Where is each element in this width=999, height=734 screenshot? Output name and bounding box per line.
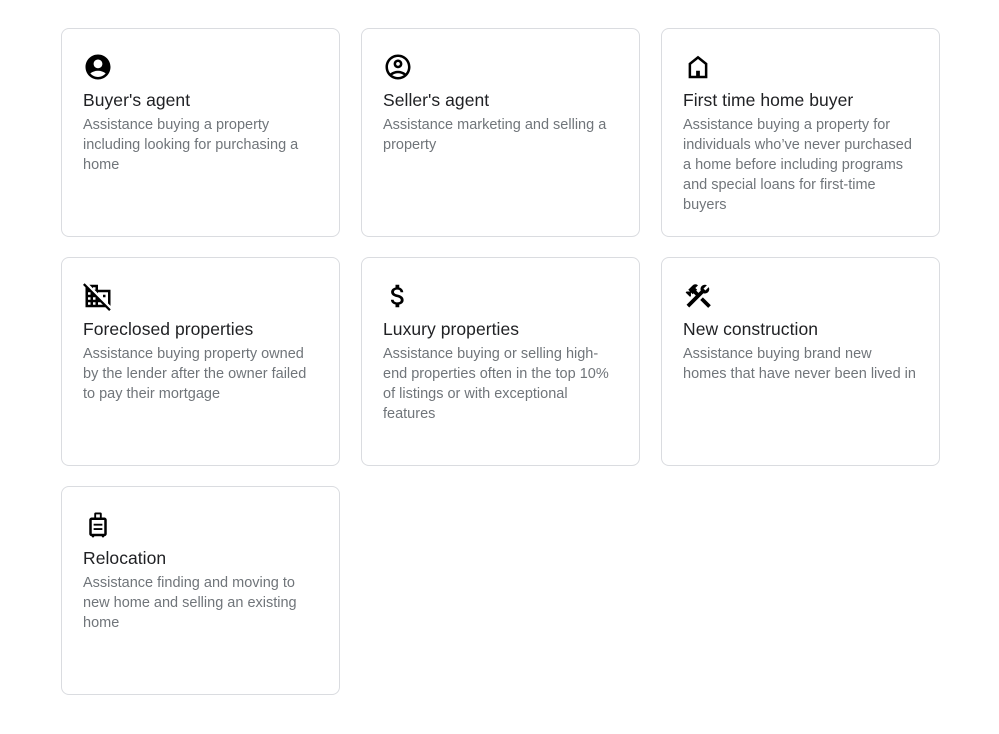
service-card-sellers-agent[interactable]: Seller's agent Assistance marketing and …: [361, 28, 640, 237]
service-title: Buyer's agent: [83, 90, 191, 110]
service-title: Luxury properties: [383, 319, 520, 339]
service-description: Assistance marketing and selling a prope…: [383, 117, 607, 153]
services-grid: Buyer's agent Assistance buying a proper…: [61, 28, 940, 695]
service-card-relocation[interactable]: Relocation Assistance finding and moving…: [61, 486, 340, 695]
service-title: New construction: [683, 319, 819, 339]
service-description: Assistance buying a property including l…: [83, 117, 299, 173]
service-title: Relocation: [83, 548, 167, 568]
domain-disabled-icon: [83, 281, 113, 311]
construction-tools-icon: [683, 281, 713, 311]
account-circle-icon: [83, 52, 113, 82]
luggage-icon: [83, 510, 113, 540]
service-description: Assistance finding and moving to new hom…: [83, 575, 297, 631]
service-title: Seller's agent: [383, 90, 490, 110]
service-card-first-time-home-buyer[interactable]: First time home buyer Assistance buying …: [661, 28, 940, 237]
service-card-foreclosed-properties[interactable]: Foreclosed properties Assistance buying …: [61, 257, 340, 466]
account-circle-outline-icon: [383, 52, 413, 82]
service-title: Foreclosed properties: [83, 319, 254, 339]
service-card-new-construction[interactable]: New construction Assistance buying brand…: [661, 257, 940, 466]
service-title: First time home buyer: [683, 90, 854, 110]
service-description: Assistance buying property owned by the …: [83, 346, 307, 402]
service-description: Assistance buying brand new homes that h…: [683, 346, 916, 382]
service-card-buyers-agent[interactable]: Buyer's agent Assistance buying a proper…: [61, 28, 340, 237]
service-description: Assistance buying or selling high-end pr…: [383, 346, 609, 422]
service-card-luxury-properties[interactable]: Luxury properties Assistance buying or s…: [361, 257, 640, 466]
home-icon: [683, 52, 713, 82]
dollar-icon: [383, 281, 413, 311]
service-description: Assistance buying a property for individ…: [683, 117, 912, 213]
